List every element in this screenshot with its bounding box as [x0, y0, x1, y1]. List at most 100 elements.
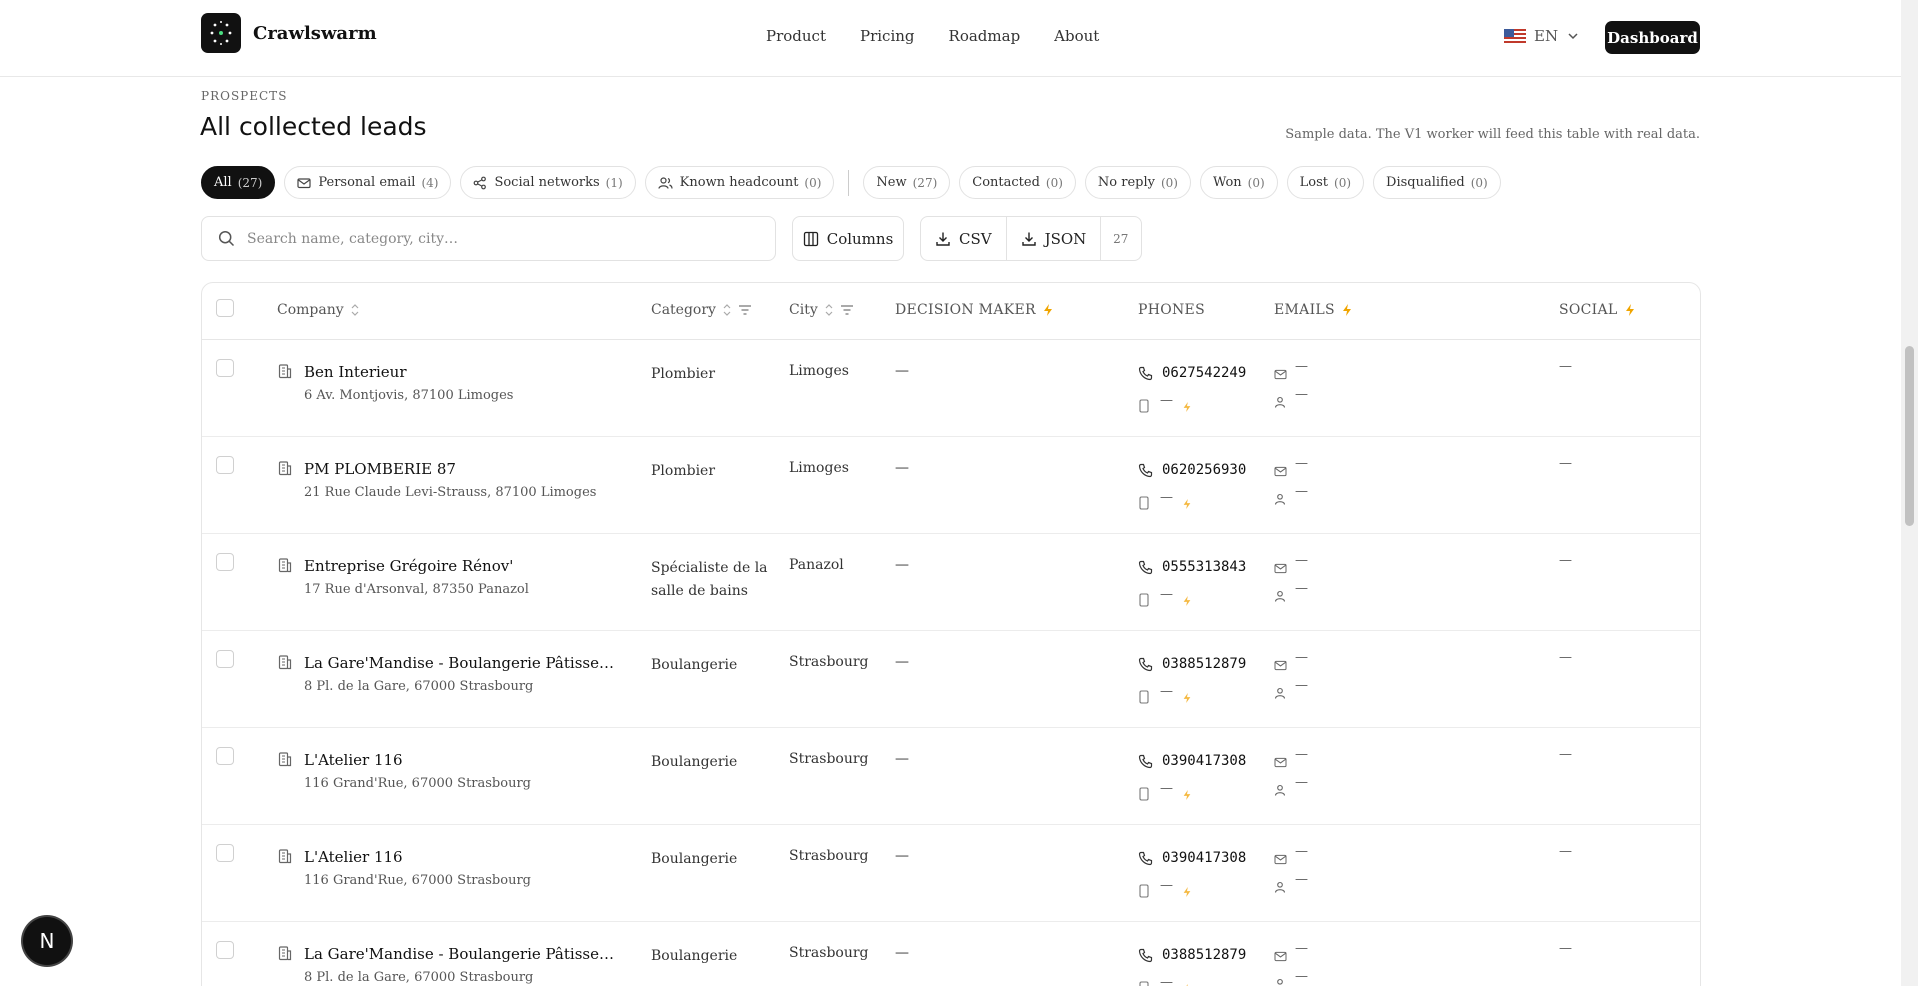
phone-type [1138, 366, 1153, 385]
row-checkbox[interactable] [216, 359, 234, 377]
mobile-icon [1139, 787, 1149, 801]
bolt-icon [1183, 402, 1191, 412]
row-checkbox[interactable] [216, 553, 234, 571]
table-row[interactable]: PM PLOMBERIE 87 21 Rue Claude Levi-Straus… [202, 437, 1700, 534]
mail-icon [1274, 854, 1287, 865]
phone-type [1138, 560, 1153, 579]
nav-pricing[interactable]: Pricing [860, 27, 915, 45]
filter-known-headcount[interactable]: Known headcount (0) [644, 166, 835, 199]
table-row[interactable]: L'Atelier 116 116 Grand'Rue, 67000 Strasb… [202, 728, 1700, 825]
company-name[interactable]: Entreprise Grégoire Rénov' [304, 557, 619, 575]
enrich-mobile[interactable] [1182, 689, 1192, 708]
language-selector[interactable]: EN [1504, 27, 1580, 45]
search-input[interactable] [247, 230, 747, 247]
row-checkbox[interactable] [216, 650, 234, 668]
nav-product[interactable]: Product [766, 27, 826, 45]
enrich-mobile[interactable] [1182, 786, 1192, 805]
filter-icon[interactable] [738, 304, 752, 316]
nav-roadmap[interactable]: Roadmap [949, 27, 1021, 45]
phone-number[interactable]: 0388512879 [1162, 947, 1246, 963]
company-name[interactable]: PM PLOMBERIE 87 [304, 460, 619, 478]
dashboard-button[interactable]: Dashboard [1605, 21, 1700, 54]
table-row[interactable]: L'Atelier 116 116 Grand'Rue, 67000 Strasb… [202, 825, 1700, 922]
filter-count: (0) [1470, 175, 1488, 190]
social-cell: — [1559, 553, 1572, 568]
brand-name[interactable]: Crawlswarm [253, 23, 377, 44]
sort-icon [351, 304, 359, 316]
row-checkbox[interactable] [216, 456, 234, 474]
leads-table: Company Category City DECISION MAKER PHO… [201, 282, 1701, 986]
nav-about[interactable]: About [1054, 27, 1099, 45]
company-name[interactable]: La Gare'Mandise - Boulangerie Pâtisserie… [304, 945, 619, 963]
enrich-mobile[interactable] [1182, 592, 1192, 611]
phone-number[interactable]: 0390417308 [1162, 753, 1246, 769]
company-name[interactable]: L'Atelier 116 [304, 751, 619, 769]
personal-email: — [1295, 775, 1308, 790]
mail-icon [1274, 951, 1287, 962]
filter-status-contacted[interactable]: Contacted (0) [959, 166, 1076, 199]
enrich-mobile[interactable] [1182, 398, 1192, 417]
scrollbar-thumb[interactable] [1905, 346, 1914, 526]
company-address: 8 Pl. de la Gare, 67000 Strasbourg [304, 679, 534, 694]
filter-personal-email[interactable]: Personal email (4) [284, 166, 452, 199]
company-name[interactable]: Ben Interieur [304, 363, 619, 381]
enrich-mobile[interactable] [1182, 980, 1192, 986]
table-row[interactable]: Entreprise Grégoire Rénov' 17 Rue d'Arson… [202, 534, 1700, 631]
company-name[interactable]: L'Atelier 116 [304, 848, 619, 866]
table-row[interactable]: La Gare'Mandise - Boulangerie Pâtisserie… [202, 922, 1700, 986]
filter-status-won[interactable]: Won (0) [1199, 166, 1278, 199]
phone-icon [1138, 948, 1153, 963]
phone-type [1138, 463, 1153, 482]
filter-all[interactable]: All (27) [201, 166, 276, 199]
brand-logo[interactable] [201, 13, 241, 53]
category-cell: Boulangerie [651, 754, 738, 770]
select-all-checkbox[interactable] [216, 299, 234, 317]
language-label: EN [1534, 27, 1559, 45]
export-csv-button[interactable]: CSV [921, 217, 1006, 260]
phone-number[interactable]: 0555313843 [1162, 559, 1246, 575]
filter-count: (4) [421, 175, 439, 190]
column-company[interactable]: Company [277, 302, 360, 318]
enrich-mobile[interactable] [1182, 883, 1192, 902]
city-cell: Limoges [789, 363, 849, 379]
filter-social-networks[interactable]: Social networks (1) [460, 166, 636, 199]
export-json-button[interactable]: JSON [1005, 217, 1101, 260]
row-checkbox[interactable] [216, 941, 234, 959]
search-icon [218, 230, 235, 247]
generic-email: — [1295, 747, 1308, 762]
filter-label: Lost [1299, 175, 1329, 190]
chevron-down-icon [1568, 33, 1578, 40]
row-checkbox[interactable] [216, 844, 234, 862]
table-row[interactable]: Ben Interieur 6 Av. Montjovis, 87100 Limo… [202, 340, 1700, 437]
column-label: SOCIAL [1559, 302, 1618, 318]
mail-icon [1274, 563, 1287, 574]
company-name[interactable]: La Gare'Mandise - Boulangerie Pâtisserie… [304, 654, 619, 672]
mobile-type [1139, 980, 1149, 986]
table-row[interactable]: La Gare'Mandise - Boulangerie Pâtisserie… [202, 631, 1700, 728]
mobile-icon [1139, 399, 1149, 413]
bolt-icon [1043, 304, 1052, 316]
bolt-icon [1183, 790, 1191, 800]
share-icon [474, 176, 487, 189]
column-category[interactable]: Category [651, 302, 752, 318]
phone-number[interactable]: 0620256930 [1162, 462, 1246, 478]
row-checkbox[interactable] [216, 747, 234, 765]
phone-number[interactable]: 0627542249 [1162, 365, 1246, 381]
phone-number[interactable]: 0390417308 [1162, 850, 1246, 866]
company-type [277, 945, 293, 965]
enrich-mobile[interactable] [1182, 495, 1192, 514]
main-nav: Product Pricing Roadmap About [766, 27, 1133, 45]
filter-status-disqualified[interactable]: Disqualified (0) [1373, 166, 1501, 199]
filter-icon[interactable] [840, 304, 854, 316]
filter-status-no-reply[interactable]: No reply (0) [1084, 166, 1191, 199]
city-cell: Panazol [789, 557, 844, 573]
column-label: City [789, 302, 818, 318]
dev-tools-badge[interactable]: N [23, 917, 71, 965]
mobile-number: — [1160, 587, 1173, 602]
filter-status-new[interactable]: New (27) [863, 166, 951, 199]
columns-button[interactable]: Columns [792, 216, 904, 261]
filter-status-lost[interactable]: Lost (0) [1286, 166, 1365, 199]
building-icon [278, 752, 292, 767]
column-city[interactable]: City [789, 302, 854, 318]
phone-number[interactable]: 0388512879 [1162, 656, 1246, 672]
